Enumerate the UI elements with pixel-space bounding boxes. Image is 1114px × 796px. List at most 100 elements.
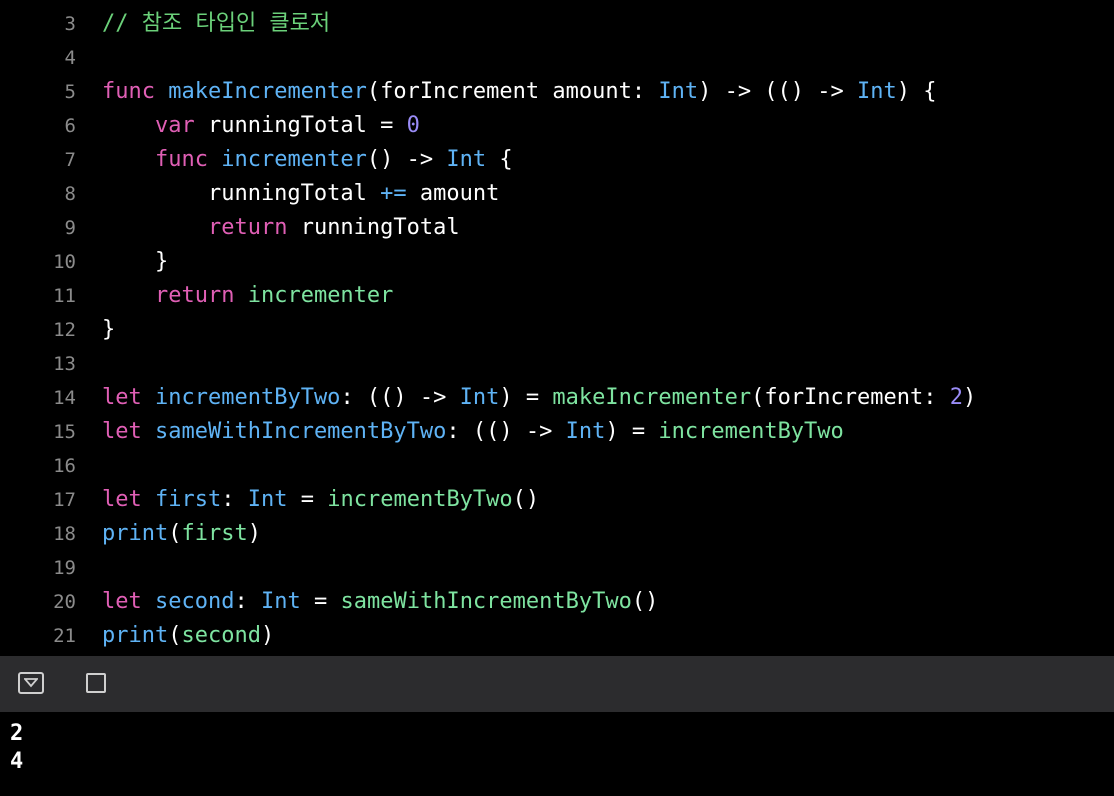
code-token: incrementer xyxy=(221,147,367,172)
code-line[interactable]: 5 func makeIncrementer(forIncrement amoun… xyxy=(0,75,1114,109)
code-token: Int xyxy=(658,79,699,104)
code-token: ) xyxy=(260,623,275,648)
code-text: let incrementByTwo: (() -> Int) = makeIn… xyxy=(102,381,976,415)
line-number: 14 xyxy=(53,387,76,409)
line-number: 21 xyxy=(53,625,76,647)
code-token: second xyxy=(155,589,235,614)
code-token: makeIncrementer xyxy=(168,79,367,104)
code-line[interactable]: 14 let incrementByTwo: (() -> Int) = make… xyxy=(0,381,1114,415)
code-token: // 참조 타입인 클로저 xyxy=(102,11,331,36)
code-line[interactable]: 15 let sameWithIncrementByTwo: (() -> Int… xyxy=(0,415,1114,449)
code-token: amount xyxy=(406,181,500,206)
code-token: var xyxy=(154,113,195,138)
code-line[interactable]: 4 xyxy=(0,41,1114,75)
code-text: let sameWithIncrementByTwo: (() -> Int) … xyxy=(102,415,844,449)
output-line: 4 xyxy=(10,749,24,774)
code-token: ) = xyxy=(499,385,553,410)
code-token: ) xyxy=(963,385,977,410)
code-token: } xyxy=(102,249,169,274)
code-line[interactable]: 7 func incrementer() -> Int { xyxy=(0,143,1114,177)
code-line[interactable]: 10 } xyxy=(0,245,1114,279)
code-line[interactable]: 11 return incrementer xyxy=(0,279,1114,313)
line-number: 12 xyxy=(53,319,76,341)
code-token: ) -> (() -> xyxy=(698,79,858,104)
line-number: 9 xyxy=(64,217,76,239)
line-number: 4 xyxy=(64,47,76,69)
code-token: Int xyxy=(247,487,288,512)
code-token: runningTotal xyxy=(102,181,381,206)
code-line[interactable]: 8 runningTotal += amount xyxy=(0,177,1114,211)
code-line[interactable]: 6 var runningTotal = 0 xyxy=(0,109,1114,143)
code-token: let xyxy=(102,487,142,512)
code-token: (forIncrement: xyxy=(751,385,950,410)
code-token: Int xyxy=(857,79,897,104)
code-token: () -> xyxy=(366,147,447,172)
code-token: (forIncrement amount: xyxy=(366,79,659,104)
code-token: func xyxy=(154,147,208,172)
code-line[interactable]: 13 xyxy=(0,347,1114,381)
code-token: Int xyxy=(446,147,487,172)
code-text: let first: Int = incrementByTwo() xyxy=(102,483,539,517)
code-token: incrementByTwo xyxy=(327,487,513,512)
code-token: return xyxy=(207,215,288,240)
code-line[interactable]: 21 print(second) xyxy=(0,619,1114,653)
code-token: () xyxy=(512,487,540,512)
code-token: Int xyxy=(565,419,606,444)
code-line[interactable]: 17 let first: Int = incrementByTwo() xyxy=(0,483,1114,517)
code-line[interactable]: 16 xyxy=(0,449,1114,483)
line-number: 13 xyxy=(53,353,76,375)
line-number: 10 xyxy=(53,251,76,273)
code-line[interactable]: 20 let second: Int = sameWithIncrementByT… xyxy=(0,585,1114,619)
line-number: 16 xyxy=(53,455,76,477)
code-token: } xyxy=(102,317,116,342)
console-output: 2 4 xyxy=(0,712,1114,796)
code-token: incrementByTwo xyxy=(658,419,844,444)
code-text: return incrementer xyxy=(102,279,393,313)
code-token: first xyxy=(181,521,248,546)
code-line[interactable]: 18 print(first) xyxy=(0,517,1114,551)
code-token: += xyxy=(380,181,407,206)
code-text: runningTotal += amount xyxy=(102,177,499,211)
code-text: let second: Int = sameWithIncrementByTwo… xyxy=(102,585,658,619)
code-token: incrementer xyxy=(247,283,394,308)
code-token: print xyxy=(102,521,169,546)
line-number: 15 xyxy=(53,421,76,443)
line-number: 7 xyxy=(64,149,76,171)
code-token: first xyxy=(155,487,222,512)
code-token: ) = xyxy=(605,419,659,444)
code-text: var runningTotal = 0 xyxy=(102,109,420,143)
code-token: print xyxy=(102,623,169,648)
console-toolbar xyxy=(0,656,1114,712)
hide-console-icon[interactable] xyxy=(18,672,44,694)
line-number: 17 xyxy=(53,489,76,511)
code-line[interactable]: 3 // 참조 타입인 클로저 xyxy=(0,7,1114,41)
chevron-down-icon xyxy=(24,678,38,688)
output-line: 2 xyxy=(10,721,24,746)
code-line[interactable]: 9 return runningTotal xyxy=(0,211,1114,245)
code-editor[interactable]: 3// 참조 타입인 클로저 4 5 func makeIncrementer(for… xyxy=(0,0,1114,656)
clear-console-icon[interactable] xyxy=(86,673,106,693)
code-line[interactable]: 19 xyxy=(0,551,1114,585)
code-token: ) { xyxy=(896,79,937,104)
code-token: = xyxy=(300,589,341,614)
code-token: let xyxy=(102,385,142,410)
code-text: } xyxy=(102,245,168,279)
code-token: sameWithIncrementByTwo xyxy=(340,589,632,614)
code-token: sameWithIncrementByTwo xyxy=(155,419,447,444)
code-text: print(second) xyxy=(102,619,274,653)
code-line[interactable]: 12} xyxy=(0,313,1114,347)
code-token: : xyxy=(234,589,261,614)
code-token: ) xyxy=(247,521,261,546)
code-token: Int xyxy=(459,385,500,410)
code-token: func xyxy=(102,79,155,104)
code-token: return xyxy=(154,283,235,308)
line-number: 20 xyxy=(53,591,76,613)
